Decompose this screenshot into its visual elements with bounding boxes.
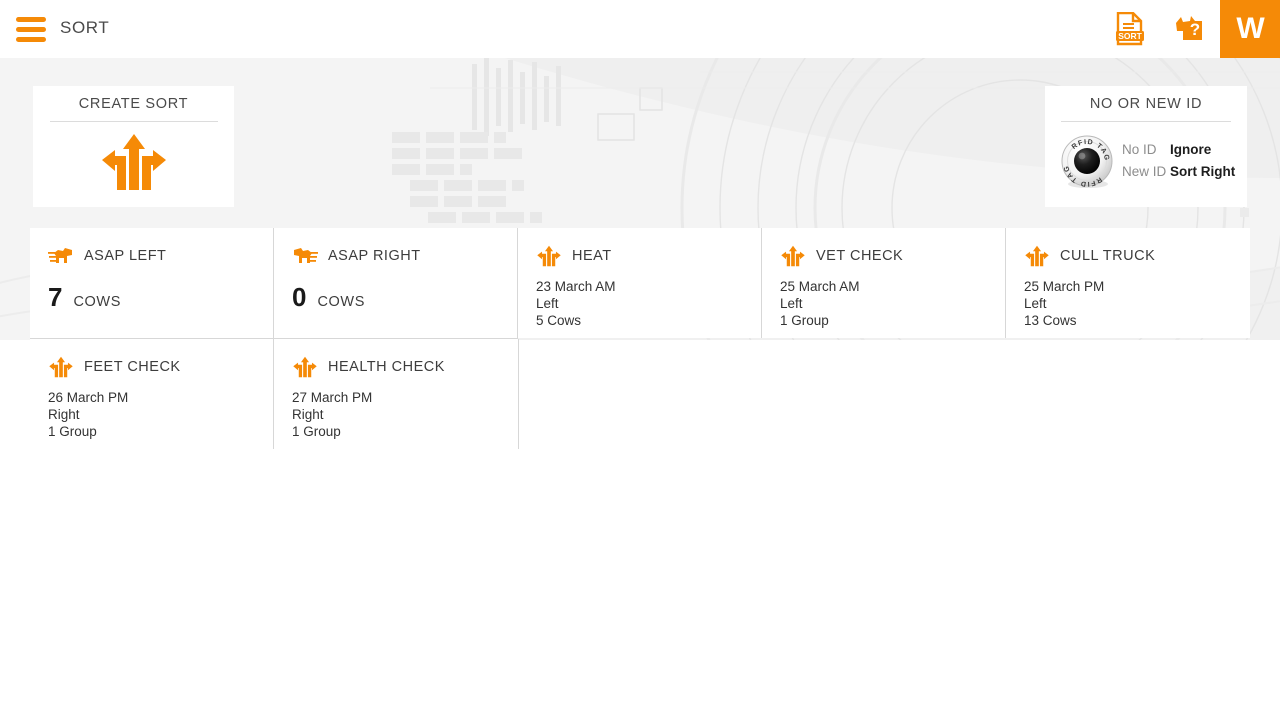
- no-or-new-id-rows: No ID Ignore New ID Sort Right: [1122, 139, 1235, 183]
- sort-card-health-check[interactable]: HEALTH CHECK 27 March PM Right 1 Group: [273, 339, 518, 449]
- rfid-tag-glyph: RFID TAG RFID TAG: [1061, 135, 1113, 188]
- card-title: HEAT: [572, 248, 612, 264]
- card-direction: Right: [48, 407, 80, 422]
- sort-screen: SORT SORT ? W CREATE SORT NO OR NEW ID R…: [0, 0, 1280, 720]
- page-title: SORT: [60, 18, 110, 37]
- new-id-row: New ID Sort Right: [1122, 161, 1235, 183]
- card-direction: Left: [780, 296, 803, 311]
- sort-card-heat[interactable]: HEAT 23 March AM Left 5 Cows: [517, 228, 762, 338]
- sort-card-grid: ASAP LEFT 7 COWS ASAP RIGHT 0 COWS HEAT …: [30, 228, 1250, 449]
- card-title: ASAP RIGHT: [328, 248, 421, 264]
- sort-card-cull-truck[interactable]: CULL TRUCK 25 March PM Left 13 Cows: [1005, 228, 1250, 338]
- count-unit: COWS: [317, 294, 365, 310]
- sort-card-feet-check[interactable]: FEET CHECK 26 March PM Right 1 Group: [30, 339, 274, 449]
- card-header: ASAP LEFT: [48, 244, 258, 268]
- count-unit: COWS: [73, 294, 121, 310]
- cow-running-right-icon: [292, 244, 318, 268]
- sort-document-glyph: SORT: [1116, 12, 1144, 46]
- three-way-arrow-icon: [536, 244, 562, 268]
- hamburger-menu-icon[interactable]: [16, 17, 46, 42]
- sort-card-row: ASAP LEFT 7 COWS ASAP RIGHT 0 COWS HEAT …: [30, 228, 1250, 338]
- card-details: 26 March PM Right 1 Group: [48, 389, 258, 440]
- svg-text:SORT: SORT: [1118, 31, 1142, 41]
- count-number: 0: [292, 282, 307, 312]
- card-title: FEET CHECK: [84, 359, 181, 375]
- cow-help-icon[interactable]: ?: [1161, 0, 1219, 58]
- create-sort-divider: [49, 121, 218, 122]
- card-date: 23 March AM: [536, 279, 616, 294]
- card-title: HEALTH CHECK: [328, 359, 445, 375]
- sort-card-asap-left[interactable]: ASAP LEFT 7 COWS: [30, 228, 274, 338]
- card-header: CULL TRUCK: [1024, 244, 1234, 268]
- three-way-arrow-icon: [33, 132, 234, 192]
- three-way-arrow-icon: [292, 355, 318, 379]
- card-date: 26 March PM: [48, 390, 129, 405]
- no-or-new-id-card[interactable]: NO OR NEW ID RFID TAG RFID TAG No ID Ign…: [1045, 86, 1247, 207]
- cow-running-left-glyph: [48, 248, 72, 263]
- three-way-arrow-glyph: [537, 245, 561, 267]
- card-quantity: 5 Cows: [536, 313, 582, 328]
- no-id-label: No ID: [1122, 142, 1157, 157]
- card-direction: Left: [1024, 296, 1047, 311]
- card-details: 25 March AM Left 1 Group: [780, 278, 990, 329]
- three-way-arrow-glyph: [1025, 245, 1049, 267]
- card-date: 27 March PM: [292, 390, 373, 405]
- card-details: 25 March PM Left 13 Cows: [1024, 278, 1234, 329]
- three-way-arrow-icon: [1024, 244, 1050, 268]
- card-count: 7 COWS: [48, 284, 258, 310]
- brand-logo[interactable]: W: [1220, 0, 1280, 58]
- cow-running-right-glyph: [294, 248, 318, 263]
- no-or-new-id-title: NO OR NEW ID: [1089, 96, 1203, 112]
- card-header: VET CHECK: [780, 244, 990, 268]
- card-title: VET CHECK: [816, 248, 904, 264]
- three-way-arrow-glyph: [101, 134, 166, 190]
- card-title: CULL TRUCK: [1060, 248, 1156, 264]
- hamburger-bar: [16, 27, 46, 32]
- card-details: 23 March AM Left 5 Cows: [536, 278, 746, 329]
- no-or-new-id-body: RFID TAG RFID TAG No ID Ignore New ID So…: [1045, 122, 1247, 190]
- count-number: 7: [48, 282, 63, 312]
- card-title: ASAP LEFT: [84, 248, 167, 264]
- card-quantity: 1 Group: [48, 424, 97, 439]
- create-sort-card[interactable]: CREATE SORT: [33, 86, 234, 207]
- card-header: FEET CHECK: [48, 355, 258, 379]
- no-id-row: No ID Ignore: [1122, 139, 1235, 161]
- row-end-divider: [518, 339, 519, 449]
- card-direction: Left: [536, 296, 559, 311]
- rfid-tag-icon: RFID TAG RFID TAG: [1058, 132, 1116, 190]
- card-quantity: 1 Group: [292, 424, 341, 439]
- hamburger-bar: [16, 37, 46, 42]
- card-date: 25 March PM: [1024, 279, 1105, 294]
- cow-running-left-icon: [48, 244, 74, 268]
- three-way-arrow-glyph: [293, 356, 317, 378]
- card-count: 0 COWS: [292, 284, 502, 310]
- card-direction: Right: [292, 407, 324, 422]
- card-header: ASAP RIGHT: [292, 244, 502, 268]
- three-way-arrow-icon: [48, 355, 74, 379]
- cow-help-glyph: ?: [1176, 16, 1202, 40]
- three-way-arrow-glyph: [781, 245, 805, 267]
- sort-card-vet-check[interactable]: VET CHECK 25 March AM Left 1 Group: [761, 228, 1006, 338]
- no-id-value: Ignore: [1170, 142, 1212, 157]
- brand-logo-text: W: [1236, 12, 1264, 45]
- create-sort-title: CREATE SORT: [78, 96, 189, 112]
- new-id-value: Sort Right: [1170, 164, 1236, 179]
- sort-card-asap-right[interactable]: ASAP RIGHT 0 COWS: [273, 228, 518, 338]
- top-bar: SORT SORT ? W: [0, 0, 1280, 58]
- card-date: 25 March AM: [780, 279, 860, 294]
- card-details: 27 March PM Right 1 Group: [292, 389, 502, 440]
- card-header: HEAT: [536, 244, 746, 268]
- card-quantity: 13 Cows: [1024, 313, 1077, 328]
- three-way-arrow-glyph: [49, 356, 73, 378]
- hamburger-bar: [16, 17, 46, 22]
- sort-document-icon[interactable]: SORT: [1101, 0, 1159, 58]
- sort-card-row: FEET CHECK 26 March PM Right 1 Group HEA…: [30, 338, 1250, 449]
- svg-text:?: ?: [1190, 20, 1200, 39]
- card-quantity: 1 Group: [780, 313, 829, 328]
- three-way-arrow-icon: [780, 244, 806, 268]
- new-id-label: New ID: [1122, 164, 1167, 179]
- card-header: HEALTH CHECK: [292, 355, 502, 379]
